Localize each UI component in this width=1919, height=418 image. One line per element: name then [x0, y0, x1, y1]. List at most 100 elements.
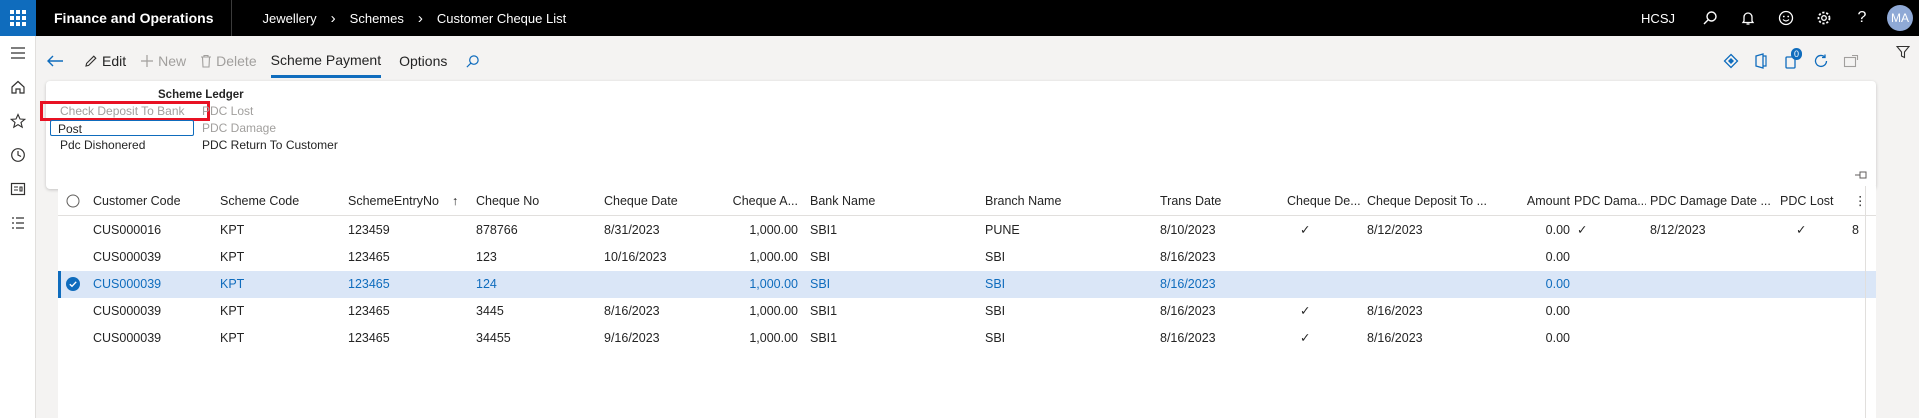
help-icon[interactable]: ? — [1843, 0, 1881, 36]
cell-pdc-lost[interactable] — [1796, 298, 1826, 325]
app-title[interactable]: Finance and Operations — [36, 0, 233, 36]
star-icon[interactable] — [0, 104, 36, 138]
cell-cheque-deposited[interactable]: ✓ — [1300, 217, 1340, 244]
header-cheque-deposited[interactable]: Cheque De... — [1287, 186, 1363, 216]
pin-icon[interactable] — [1854, 169, 1868, 183]
cell-cheque-date[interactable]: 9/16/2023 — [604, 325, 714, 352]
pdc-damage-button[interactable]: PDC Damage — [202, 120, 276, 136]
cell-cheque-date[interactable] — [604, 271, 714, 298]
cell-trans-date[interactable]: 8/16/2023 — [1160, 298, 1280, 325]
header-cheque-no[interactable]: Cheque No — [476, 186, 586, 216]
cell-pdc-damage[interactable]: ✓ — [1577, 217, 1607, 244]
row-selected-checkbox[interactable] — [66, 271, 82, 298]
cell-cheque-date[interactable]: 10/16/2023 — [604, 244, 714, 271]
pdc-dishonered-button[interactable]: Pdc Dishonered — [60, 137, 145, 153]
header-trans-date[interactable]: Trans Date — [1160, 186, 1280, 216]
cell-cheque-no[interactable]: 124 — [476, 271, 586, 298]
cell-bank-name[interactable]: SBI1 — [810, 217, 960, 244]
cell-scheme-code[interactable]: KPT — [220, 244, 330, 271]
cell-pdc-damage-date[interactable] — [1650, 271, 1776, 298]
cell-customer-code[interactable]: CUS000039 — [93, 298, 213, 325]
cell-pdc-lost[interactable]: ✓ — [1796, 217, 1826, 244]
post-button[interactable]: Post — [50, 120, 194, 136]
home-icon[interactable] — [0, 70, 36, 104]
cell-pdc-damage[interactable] — [1577, 325, 1607, 352]
cell-amount[interactable]: 0.00 — [1496, 298, 1570, 325]
cell-cheque-no[interactable]: 878766 — [476, 217, 586, 244]
cell-cheque-amount[interactable]: 1,000.00 — [718, 244, 798, 271]
row-checkbox[interactable] — [66, 217, 82, 244]
cell-pdc-lost[interactable] — [1796, 325, 1826, 352]
cell-scheme-entry-no[interactable]: 123465 — [348, 325, 458, 352]
gear-icon[interactable] — [1805, 0, 1843, 36]
tab-scheme-payment[interactable]: Scheme Payment — [270, 44, 382, 78]
cell-scheme-code[interactable]: KPT — [220, 217, 330, 244]
app-launcher-button[interactable] — [0, 0, 36, 36]
cell-amount[interactable]: 0.00 — [1496, 325, 1570, 352]
breadcrumb-schemes[interactable]: Schemes — [350, 11, 404, 26]
list-icon[interactable] — [0, 206, 36, 240]
cell-cheque-deposit-date[interactable] — [1367, 271, 1491, 298]
cell-cheque-deposit-date[interactable] — [1367, 244, 1491, 271]
cell-amount[interactable]: 0.00 — [1496, 244, 1570, 271]
header-scheme-code[interactable]: Scheme Code — [220, 186, 330, 216]
search-icon[interactable] — [1691, 0, 1729, 36]
new-button[interactable]: New — [140, 44, 186, 78]
breadcrumb-customer-cheque-list[interactable]: Customer Cheque List — [437, 11, 566, 26]
cell-scheme-code[interactable]: KPT — [220, 325, 330, 352]
cell-branch-name[interactable]: SBI — [985, 244, 1135, 271]
header-pdc-damage-date[interactable]: PDC Damage Date ... — [1650, 186, 1776, 216]
cell-customer-code[interactable]: CUS000039 — [93, 325, 213, 352]
cell-pdc-damage-date[interactable] — [1650, 244, 1776, 271]
cell-cheque-amount[interactable]: 1,000.00 — [718, 298, 798, 325]
table-row[interactable]: CUS000039 KPT 123465 3445 8/16/2023 1,000.00 S… — [58, 298, 1876, 325]
cell-cheque-deposited[interactable] — [1300, 244, 1340, 271]
cell-overflow[interactable] — [1852, 298, 1864, 325]
row-checkbox[interactable] — [66, 325, 82, 352]
vertical-scrollbar[interactable] — [1865, 186, 1876, 418]
cell-cheque-no[interactable]: 123 — [476, 244, 586, 271]
header-cheque-date[interactable]: Cheque Date — [604, 186, 714, 216]
power-apps-icon[interactable] — [1716, 44, 1746, 78]
cell-cheque-amount[interactable]: 1,000.00 — [718, 271, 798, 298]
row-checkbox[interactable] — [66, 298, 82, 325]
cell-trans-date[interactable]: 8/16/2023 — [1160, 271, 1280, 298]
header-cheque-amount[interactable]: Cheque A... — [718, 186, 798, 216]
cell-trans-date[interactable]: 8/16/2023 — [1160, 325, 1280, 352]
smiley-icon[interactable] — [1767, 0, 1805, 36]
cell-overflow[interactable] — [1852, 325, 1864, 352]
open-new-window-icon[interactable] — [1836, 44, 1866, 78]
office-icon[interactable] — [1746, 44, 1776, 78]
cell-scheme-entry-no[interactable]: 123459 — [348, 217, 458, 244]
header-scheme-entry-no[interactable]: SchemeEntryNo — [348, 186, 448, 216]
cell-overflow[interactable]: 8 — [1852, 217, 1864, 244]
cell-overflow[interactable] — [1852, 244, 1864, 271]
bell-icon[interactable] — [1729, 0, 1767, 36]
action-search-button[interactable] — [465, 44, 484, 78]
cell-trans-date[interactable]: 8/10/2023 — [1160, 217, 1280, 244]
pdc-return-to-customer-button[interactable]: PDC Return To Customer — [202, 137, 338, 153]
cell-branch-name[interactable]: PUNE — [985, 217, 1135, 244]
header-branch-name[interactable]: Branch Name — [985, 186, 1135, 216]
header-amount[interactable]: Amount — [1496, 186, 1570, 216]
refresh-icon[interactable] — [1806, 44, 1836, 78]
cell-cheque-no[interactable]: 34455 — [476, 325, 586, 352]
cell-pdc-lost[interactable] — [1796, 244, 1826, 271]
table-row[interactable]: CUS000039 KPT 123465 124 1,000.00 SBI SBI 8/16/… — [58, 271, 1876, 298]
cell-customer-code[interactable]: CUS000039 — [93, 271, 213, 298]
cell-cheque-deposited[interactable]: ✓ — [1300, 298, 1340, 325]
attachments-button[interactable]: 0 — [1776, 44, 1806, 78]
header-bank-name[interactable]: Bank Name — [810, 186, 960, 216]
cell-cheque-amount[interactable]: 1,000.00 — [718, 325, 798, 352]
more-columns-icon[interactable]: ⋮ — [1854, 186, 1864, 216]
hamburger-icon[interactable] — [0, 36, 36, 70]
cell-branch-name[interactable]: SBI — [985, 298, 1135, 325]
workspace-icon[interactable] — [0, 172, 36, 206]
cell-scheme-code[interactable]: KPT — [220, 298, 330, 325]
cell-amount[interactable]: 0.00 — [1496, 271, 1570, 298]
cell-pdc-damage[interactable] — [1577, 298, 1607, 325]
cell-scheme-entry-no[interactable]: 123465 — [348, 298, 458, 325]
cell-cheque-deposit-date[interactable]: 8/16/2023 — [1367, 298, 1491, 325]
cell-pdc-damage-date[interactable]: 8/12/2023 — [1650, 217, 1776, 244]
header-cheque-deposit-to-bank-date[interactable]: Cheque Deposit To ... — [1367, 186, 1491, 216]
